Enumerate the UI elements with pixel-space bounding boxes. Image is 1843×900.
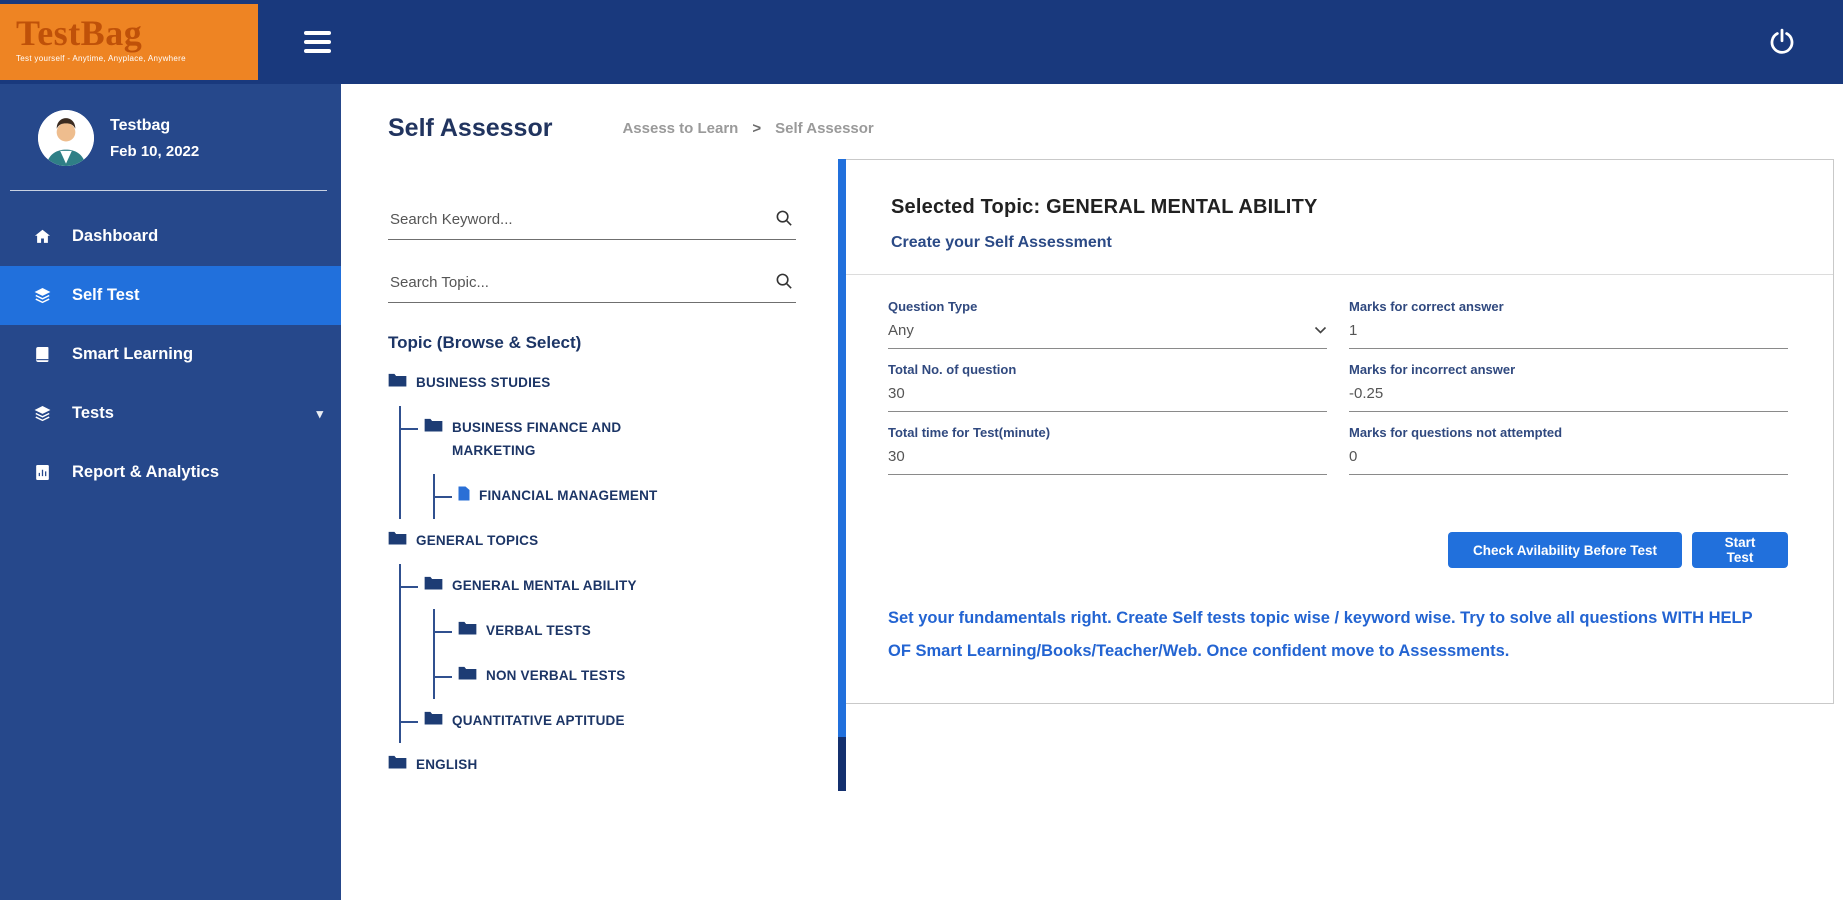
folder-icon (388, 755, 407, 772)
folder-icon (424, 576, 443, 593)
folder-icon (388, 531, 407, 548)
folder-icon (458, 621, 477, 638)
card-subtitle: Create your Self Assessment (891, 234, 1112, 251)
avatar[interactable] (38, 110, 94, 166)
tree-heading: Topic (Browse & Select) (388, 333, 582, 352)
sidebar-divider (10, 190, 327, 191)
marks-correct-input[interactable] (1349, 314, 1788, 349)
marks-unattempted-field: Marks for questions not attempted (1349, 425, 1788, 475)
page-header: Self Assessor Assess to Learn > Self Ass… (341, 84, 1843, 143)
profile-info: Testbag Feb 10, 2022 (110, 117, 199, 160)
tree-node-non-verbal-tests[interactable]: NON VERBAL TESTS (435, 654, 796, 699)
sidebar-item-tests[interactable]: Tests ▾ (0, 384, 341, 443)
tree-node-general-mental-ability[interactable]: GENERAL MENTAL ABILITY (401, 564, 796, 609)
search-keyword-input[interactable] (390, 211, 766, 228)
card-accent-bar (838, 159, 846, 791)
topbar: TestBag Test yourself - Anytime, Anyplac… (0, 0, 1843, 84)
topic-tree: BUSINESS STUDIES BUSINESS FINANCE AND MA… (388, 361, 796, 788)
breadcrumb-self-assessor[interactable]: Self Assessor (775, 120, 874, 137)
sidebar-item-report-analytics[interactable]: Report & Analytics (0, 443, 341, 502)
main-content: Self Assessor Assess to Learn > Self Ass… (341, 84, 1843, 900)
home-icon (32, 227, 52, 246)
chevron-down-icon (1314, 322, 1327, 339)
question-type-field: Question Type Any (888, 299, 1327, 349)
hamburger-menu-icon[interactable] (304, 31, 331, 53)
layers-icon (32, 404, 52, 423)
sidebar-item-self-test[interactable]: Self Test (0, 266, 341, 325)
sidebar-item-dashboard[interactable]: Dashboard (0, 207, 341, 266)
tree-node-quantitative-aptitude[interactable]: QUANTITATIVE APTITUDE (401, 699, 796, 744)
sidebar: Testbag Feb 10, 2022 Dashboard Self Test (0, 84, 341, 900)
sidebar-item-label: Report & Analytics (72, 463, 220, 481)
search-topic-input[interactable] (390, 274, 766, 291)
breadcrumb: Assess to Learn > Self Assessor (622, 120, 873, 137)
page-title: Self Assessor (388, 114, 553, 142)
folder-icon (424, 418, 443, 435)
logo-tagline: Test yourself - Anytime, Anyplace, Anywh… (16, 54, 186, 63)
report-icon (32, 463, 52, 482)
search-icon[interactable] (775, 209, 794, 233)
sidebar-item-label: Tests (72, 404, 114, 422)
sidebar-item-label: Smart Learning (72, 345, 194, 363)
breadcrumb-assess-to-learn[interactable]: Assess to Learn (622, 120, 738, 137)
total-questions-input[interactable] (888, 377, 1327, 412)
book-icon (32, 345, 52, 364)
field-label: Total No. of question (888, 362, 1017, 377)
sidebar-nav: Dashboard Self Test Smart Learning Tests (0, 207, 341, 502)
profile-section: Testbag Feb 10, 2022 (0, 84, 341, 188)
field-label: Total time for Test(minute) (888, 425, 1051, 440)
tree-node-general-topics[interactable]: GENERAL TOPICS (388, 519, 796, 564)
start-test-button[interactable]: Start Test (1692, 532, 1788, 568)
breadcrumb-separator: > (752, 120, 762, 137)
search-topic-row (388, 270, 796, 303)
field-label: Marks for correct answer (1349, 299, 1504, 314)
content-area: Topic (Browse & Select) BUSINESS STUDIES… (341, 159, 1843, 791)
total-questions-field: Total No. of question (888, 362, 1327, 412)
logo[interactable]: TestBag Test yourself - Anytime, Anyplac… (0, 4, 258, 80)
tree-node-business-studies[interactable]: BUSINESS STUDIES (388, 361, 796, 406)
folder-icon (424, 711, 443, 728)
selected-topic-title: Selected Topic: GENERAL MENTAL ABILITY (891, 196, 1318, 218)
marks-incorrect-input[interactable] (1349, 377, 1788, 412)
tree-node-financial-management[interactable]: FINANCIAL MANAGEMENT (435, 474, 796, 519)
layers-icon (32, 286, 52, 305)
folder-icon (458, 666, 477, 683)
profile-name: Testbag (110, 116, 171, 134)
tree-node-verbal-tests[interactable]: VERBAL TESTS (435, 609, 796, 654)
card-actions: Check Avilability Before Test Start Test (846, 532, 1833, 568)
search-keyword-row (388, 207, 796, 240)
sidebar-item-label: Self Test (72, 286, 140, 304)
question-type-select[interactable]: Any (888, 314, 1327, 349)
assessment-form: Question Type Any Marks for correct answ… (846, 275, 1833, 488)
field-label: Marks for incorrect answer (1349, 362, 1516, 377)
select-value: Any (888, 322, 914, 339)
tree-node-business-finance-and-marketing[interactable]: BUSINESS FINANCE AND MARKETING (401, 406, 796, 474)
sidebar-item-label: Dashboard (72, 227, 159, 245)
tree-node-english[interactable]: ENGLISH (388, 743, 796, 788)
power-icon[interactable] (1767, 27, 1797, 57)
marks-incorrect-field: Marks for incorrect answer (1349, 362, 1788, 412)
assessment-card: Selected Topic: GENERAL MENTAL ABILITY C… (846, 159, 1834, 704)
search-icon[interactable] (775, 272, 794, 296)
logo-title: TestBag (16, 13, 143, 53)
sidebar-item-smart-learning[interactable]: Smart Learning (0, 325, 341, 384)
instructions-note: Set your fundamentals right. Create Self… (888, 609, 1753, 660)
topic-panel: Topic (Browse & Select) BUSINESS STUDIES… (388, 159, 796, 788)
check-availability-button[interactable]: Check Avilability Before Test (1448, 532, 1682, 568)
field-label: Question Type (888, 299, 978, 314)
marks-correct-field: Marks for correct answer (1349, 299, 1788, 349)
assessment-card-wrap: Selected Topic: GENERAL MENTAL ABILITY C… (838, 159, 1834, 791)
marks-unattempted-input[interactable] (1349, 440, 1788, 475)
file-icon (458, 486, 470, 504)
field-label: Marks for questions not attempted (1349, 425, 1563, 440)
profile-date: Feb 10, 2022 (110, 142, 200, 160)
app: TestBag Test yourself - Anytime, Anyplac… (0, 0, 1843, 900)
total-time-field: Total time for Test(minute) (888, 425, 1327, 475)
chevron-down-icon: ▾ (316, 405, 323, 421)
folder-icon (388, 373, 407, 390)
total-time-input[interactable] (888, 440, 1327, 475)
